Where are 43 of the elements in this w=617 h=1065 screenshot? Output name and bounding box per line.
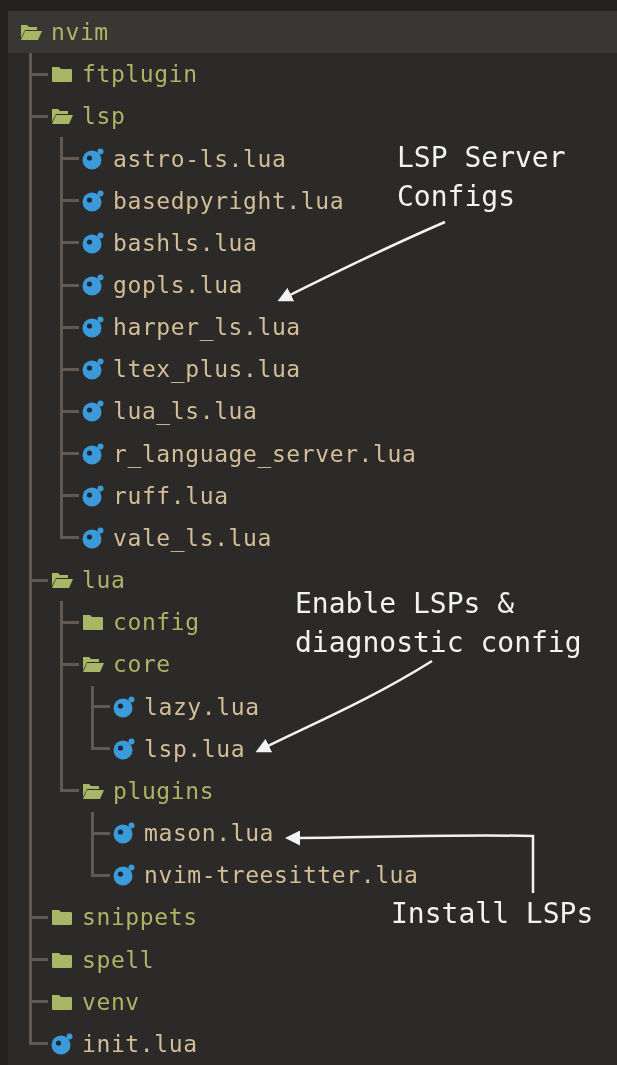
- moon-icon: [82, 358, 104, 381]
- moon-icon: [113, 695, 135, 718]
- moon-icon: [82, 526, 104, 549]
- folder-name[interactable]: nvim: [51, 19, 109, 46]
- annotation-text: Enable LSPs & diagnostic config: [295, 586, 582, 661]
- folder-name[interactable]: venv: [82, 988, 140, 1015]
- moon-icon: [113, 737, 135, 760]
- file-name[interactable]: mason.lua: [144, 820, 275, 847]
- moon-icon: [113, 822, 135, 845]
- file-name[interactable]: vale_ls.lua: [113, 524, 272, 551]
- folder-name[interactable]: ftplugin: [82, 61, 198, 88]
- moon-icon: [113, 864, 135, 887]
- folder-name[interactable]: core: [113, 651, 171, 678]
- moon-icon: [82, 316, 104, 339]
- moon-icon: [82, 147, 104, 170]
- file-name[interactable]: lazy.lua: [144, 693, 260, 720]
- file-name[interactable]: basedpyright.lua: [113, 187, 345, 214]
- file-name[interactable]: nvim-treesitter.lua: [144, 862, 419, 889]
- file-name[interactable]: init.lua: [82, 1030, 198, 1057]
- moon-icon: [82, 231, 104, 254]
- moon-icon: [82, 274, 104, 296]
- file-name[interactable]: ltex_plus.lua: [113, 356, 301, 383]
- file-name[interactable]: gopls.lua: [113, 272, 244, 298]
- moon-icon: [82, 189, 104, 212]
- moon-icon: [82, 484, 104, 507]
- file-name[interactable]: bashls.lua: [113, 229, 258, 256]
- file-name[interactable]: lua_ls.lua: [113, 398, 258, 425]
- folder-name[interactable]: snippets: [82, 904, 198, 931]
- folder-name[interactable]: config: [113, 609, 200, 636]
- file-name[interactable]: lsp.lua: [144, 735, 246, 762]
- moon-icon: [82, 442, 104, 465]
- file-name[interactable]: r_language_server.lua: [113, 440, 417, 467]
- folder-name[interactable]: spell: [82, 946, 155, 973]
- file-name[interactable]: astro-ls.lua: [113, 145, 287, 172]
- moon-icon: [82, 400, 104, 423]
- file-name[interactable]: harper_ls.lua: [113, 314, 301, 341]
- annotation-text: LSP Server Configs: [397, 140, 566, 215]
- file-name[interactable]: ruff.lua: [113, 482, 229, 509]
- folder-name[interactable]: lua: [82, 567, 126, 594]
- moon-icon: [51, 1032, 73, 1055]
- annotation-text: Install LSPs: [391, 896, 594, 932]
- folder-name[interactable]: lsp: [82, 103, 126, 130]
- folder-name[interactable]: plugins: [113, 777, 215, 804]
